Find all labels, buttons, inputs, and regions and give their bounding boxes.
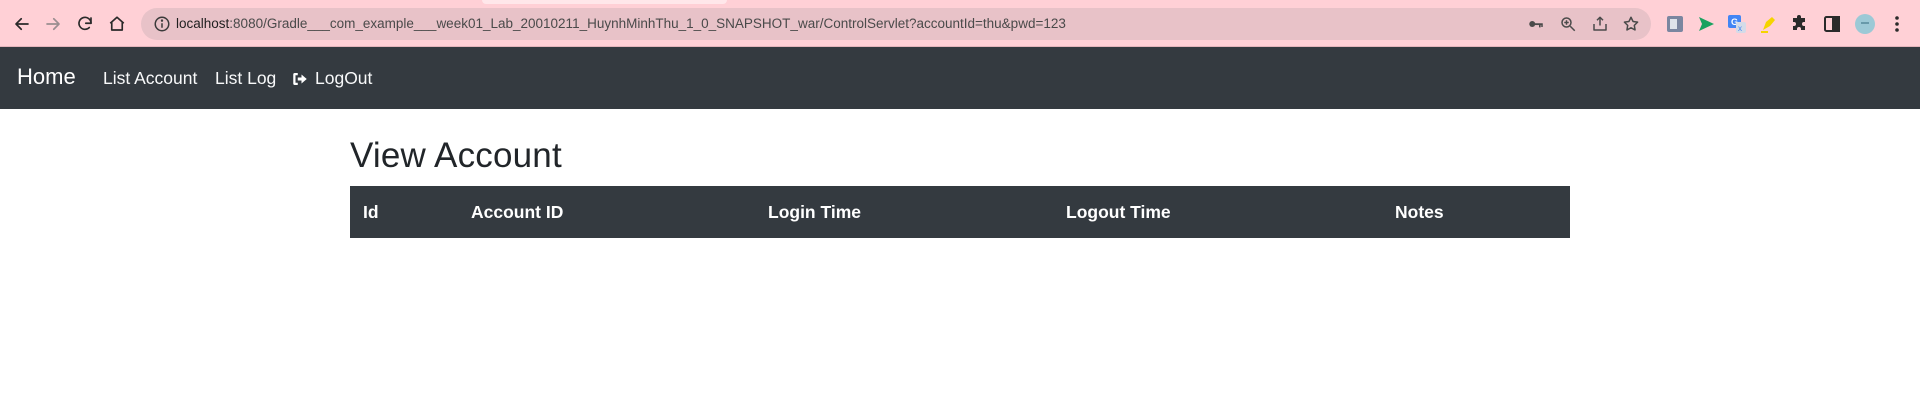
zoom-icon[interactable] [1559,15,1577,33]
main-navbar: Home List Account List Log LogOut [0,47,1920,109]
translate-icon[interactable]: Gx [1727,14,1747,34]
home-icon[interactable] [104,11,130,37]
logout-label: LogOut [315,68,373,88]
column-header-logout-time: Logout Time [1066,202,1171,222]
browser-toolbar: localhost:8080/Gradle___com_example___we… [0,0,1920,47]
column-header-login-time: Login Time [768,202,862,222]
forward-arrow-icon[interactable] [40,11,66,37]
highlighter-icon[interactable] [1759,14,1779,34]
page-title: View Account [350,136,562,175]
svg-text:x: x [1738,24,1742,33]
back-arrow-icon[interactable] [9,11,35,37]
star-icon[interactable] [1622,15,1640,33]
nav-list-log[interactable]: List Log [215,68,276,89]
site-info-icon[interactable] [153,15,171,33]
sidepanel-icon[interactable] [1822,14,1842,34]
kebab-menu-icon[interactable] [1887,14,1907,34]
key-icon[interactable] [1527,15,1545,33]
page-capture-icon[interactable] [1665,14,1685,34]
address-bar[interactable]: localhost:8080/Gradle___com_example___we… [141,8,1651,40]
column-header-account-id: Account ID [471,202,564,222]
nav-logout[interactable]: LogOut [291,68,372,89]
send-icon[interactable] [1696,14,1716,34]
profile-avatar[interactable] [1855,14,1875,34]
active-tab-edge [482,0,727,4]
column-header-notes: Notes [1395,202,1444,222]
nav-list-account[interactable]: List Account [103,68,197,89]
account-table-header: Id Account ID Login Time Logout Time Not… [350,186,1570,238]
reload-icon[interactable] [72,11,98,37]
column-header-id: Id [363,202,379,222]
sign-out-icon [293,72,307,85]
puzzle-icon[interactable] [1790,14,1810,34]
share-icon[interactable] [1591,15,1609,33]
url-text[interactable]: localhost:8080/Gradle___com_example___we… [176,16,1066,31]
brand-home-link[interactable]: Home [17,64,76,90]
